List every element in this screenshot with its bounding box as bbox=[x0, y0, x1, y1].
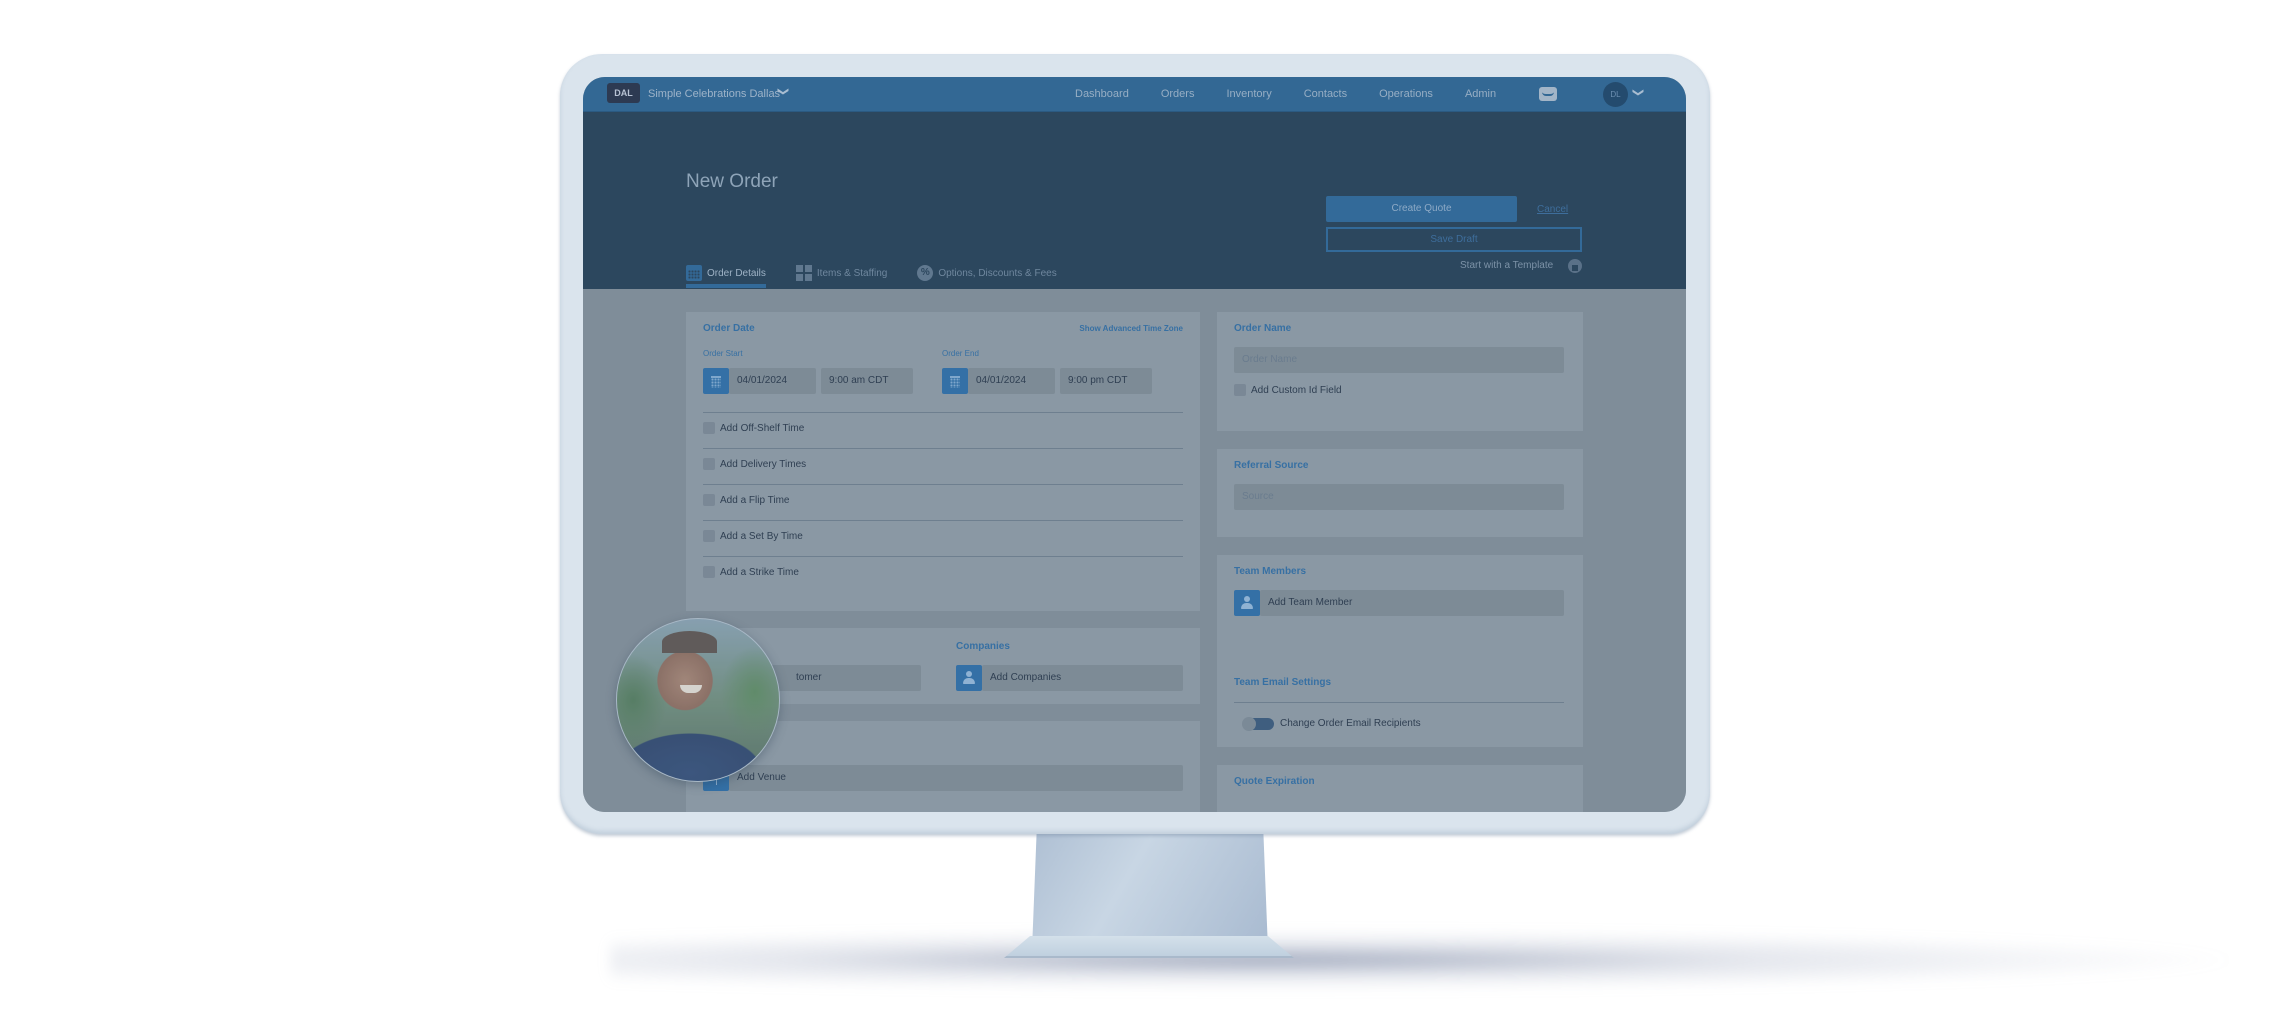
checkbox[interactable] bbox=[703, 458, 715, 470]
page-header: New Order Create Quote Cancel Save Draft… bbox=[583, 112, 1686, 289]
main-nav: Dashboard Orders Inventory Contacts Oper… bbox=[1075, 88, 1528, 100]
checkbox[interactable] bbox=[703, 494, 715, 506]
user-avatar[interactable]: DL bbox=[1603, 82, 1628, 107]
person-icon[interactable] bbox=[956, 665, 982, 691]
tab-label: Items & Staffing bbox=[816, 267, 888, 279]
tab-options-discounts-fees[interactable]: % Options, Discounts & Fees bbox=[917, 258, 1057, 288]
grid-icon bbox=[795, 265, 812, 281]
add-team-member-input[interactable]: Add Team Member bbox=[1260, 590, 1564, 616]
nav-dashboard[interactable]: Dashboard bbox=[1075, 88, 1129, 100]
divider bbox=[1234, 702, 1564, 703]
checkbox[interactable] bbox=[703, 530, 715, 542]
checkbox-label: Add Delivery Times bbox=[720, 458, 807, 470]
start-with-template-link[interactable]: Start with a Template bbox=[1460, 260, 1553, 271]
nav-inventory[interactable]: Inventory bbox=[1226, 88, 1271, 100]
add-delivery-times-checkbox[interactable]: Add Delivery Times bbox=[703, 458, 806, 470]
nav-contacts[interactable]: Contacts bbox=[1304, 88, 1347, 100]
nav-operations[interactable]: Operations bbox=[1379, 88, 1433, 100]
divider bbox=[703, 484, 1183, 485]
tab-items-staffing[interactable]: Items & Staffing bbox=[795, 258, 888, 288]
template-icon[interactable] bbox=[1568, 259, 1582, 273]
chevron-down-icon[interactable]: ❯ bbox=[777, 87, 790, 96]
calendar-icon[interactable] bbox=[703, 368, 729, 394]
order-end-date-input[interactable]: 04/01/2024 bbox=[968, 368, 1055, 394]
add-flip-time-checkbox[interactable]: Add a Flip Time bbox=[703, 494, 789, 506]
divider bbox=[703, 448, 1183, 449]
calendar-icon[interactable] bbox=[942, 368, 968, 394]
section-title: Order Date bbox=[703, 323, 755, 334]
person-icon[interactable] bbox=[1234, 590, 1260, 616]
checkbox-label: Add Off-Shelf Time bbox=[720, 422, 805, 434]
add-off-shelf-time-checkbox[interactable]: Add Off-Shelf Time bbox=[703, 422, 804, 434]
top-navigation: DAL Simple Celebrations Dallas ❯ Dashboa… bbox=[583, 77, 1686, 112]
referral-source-input[interactable]: Source bbox=[1234, 484, 1564, 510]
page-title: New Order bbox=[686, 171, 778, 192]
save-draft-button[interactable]: Save Draft bbox=[1326, 227, 1582, 252]
nav-admin[interactable]: Admin bbox=[1465, 88, 1496, 100]
add-venue-input[interactable]: Add Venue bbox=[729, 765, 1183, 791]
checkbox-label: Add a Set By Time bbox=[720, 530, 803, 542]
location-switcher[interactable]: Simple Celebrations Dallas bbox=[648, 88, 780, 100]
section-title: Team Members bbox=[1234, 566, 1307, 577]
order-date-card: Order Date Show Advanced Time Zone Order… bbox=[686, 312, 1200, 611]
section-title: Quote Expiration bbox=[1234, 776, 1315, 787]
change-email-recipients-toggle[interactable] bbox=[1242, 717, 1274, 731]
divider bbox=[703, 520, 1183, 521]
divider bbox=[703, 412, 1183, 413]
location-badge[interactable]: DAL bbox=[607, 83, 640, 103]
section-title: Order Name bbox=[1234, 323, 1292, 334]
photo-tint bbox=[617, 619, 779, 781]
toggle-knob bbox=[1242, 717, 1256, 731]
inbox-icon[interactable] bbox=[1539, 87, 1557, 101]
order-start-label: Order Start bbox=[703, 349, 743, 358]
order-end-label: Order End bbox=[942, 349, 979, 358]
section-title: Referral Source bbox=[1234, 460, 1309, 471]
monitor-stand bbox=[1032, 830, 1268, 950]
add-companies-input[interactable]: Add Companies bbox=[982, 665, 1183, 691]
create-quote-button[interactable]: Create Quote bbox=[1326, 196, 1517, 222]
order-end-time-input[interactable]: 9:00 pm CDT bbox=[1060, 368, 1152, 394]
show-advanced-time-zone-link[interactable]: Show Advanced Time Zone bbox=[1079, 324, 1183, 333]
nav-orders[interactable]: Orders bbox=[1161, 88, 1195, 100]
checkbox[interactable] bbox=[1234, 384, 1246, 396]
add-set-by-time-checkbox[interactable]: Add a Set By Time bbox=[703, 530, 803, 542]
presenter-photo bbox=[616, 618, 780, 782]
checkbox[interactable] bbox=[703, 422, 715, 434]
order-name-input[interactable]: Order Name bbox=[1234, 347, 1564, 373]
add-strike-time-checkbox[interactable]: Add a Strike Time bbox=[703, 566, 799, 578]
order-name-card: Order Name Order Name Add Custom Id Fiel… bbox=[1217, 312, 1583, 431]
tab-order-details[interactable]: Order Details bbox=[686, 258, 766, 288]
order-start-time-input[interactable]: 9:00 am CDT bbox=[821, 368, 913, 394]
calendar-icon bbox=[686, 265, 702, 281]
divider bbox=[703, 556, 1183, 557]
chevron-down-icon[interactable]: ❯ bbox=[1632, 88, 1645, 97]
team-members-card: Team Members Add Team Member Team Email … bbox=[1217, 555, 1583, 747]
section-title: Team Email Settings bbox=[1234, 677, 1332, 688]
discount-icon: % bbox=[917, 265, 934, 281]
quote-expiration-card: Quote Expiration bbox=[1217, 765, 1583, 812]
section-title: Companies bbox=[956, 641, 1010, 652]
monitor-shadow bbox=[610, 930, 2250, 990]
tab-label: Order Details bbox=[707, 267, 766, 279]
add-custom-id-field-checkbox[interactable]: Add Custom Id Field bbox=[1234, 384, 1342, 396]
cancel-button[interactable]: Cancel bbox=[1537, 204, 1568, 215]
order-start-date-input[interactable]: 04/01/2024 bbox=[729, 368, 816, 394]
monitor-stand-base bbox=[1004, 936, 1294, 958]
checkbox-label: Add a Flip Time bbox=[720, 494, 790, 506]
referral-source-card: Referral Source Source bbox=[1217, 449, 1583, 537]
toggle-label: Change Order Email Recipients bbox=[1280, 718, 1421, 729]
checkbox-label: Add Custom Id Field bbox=[1251, 384, 1342, 396]
order-tabs: Order Details Items & Staffing % Options… bbox=[686, 258, 1087, 288]
checkbox-label: Add a Strike Time bbox=[720, 566, 799, 578]
tab-label: Options, Discounts & Fees bbox=[938, 267, 1057, 279]
checkbox[interactable] bbox=[703, 566, 715, 578]
